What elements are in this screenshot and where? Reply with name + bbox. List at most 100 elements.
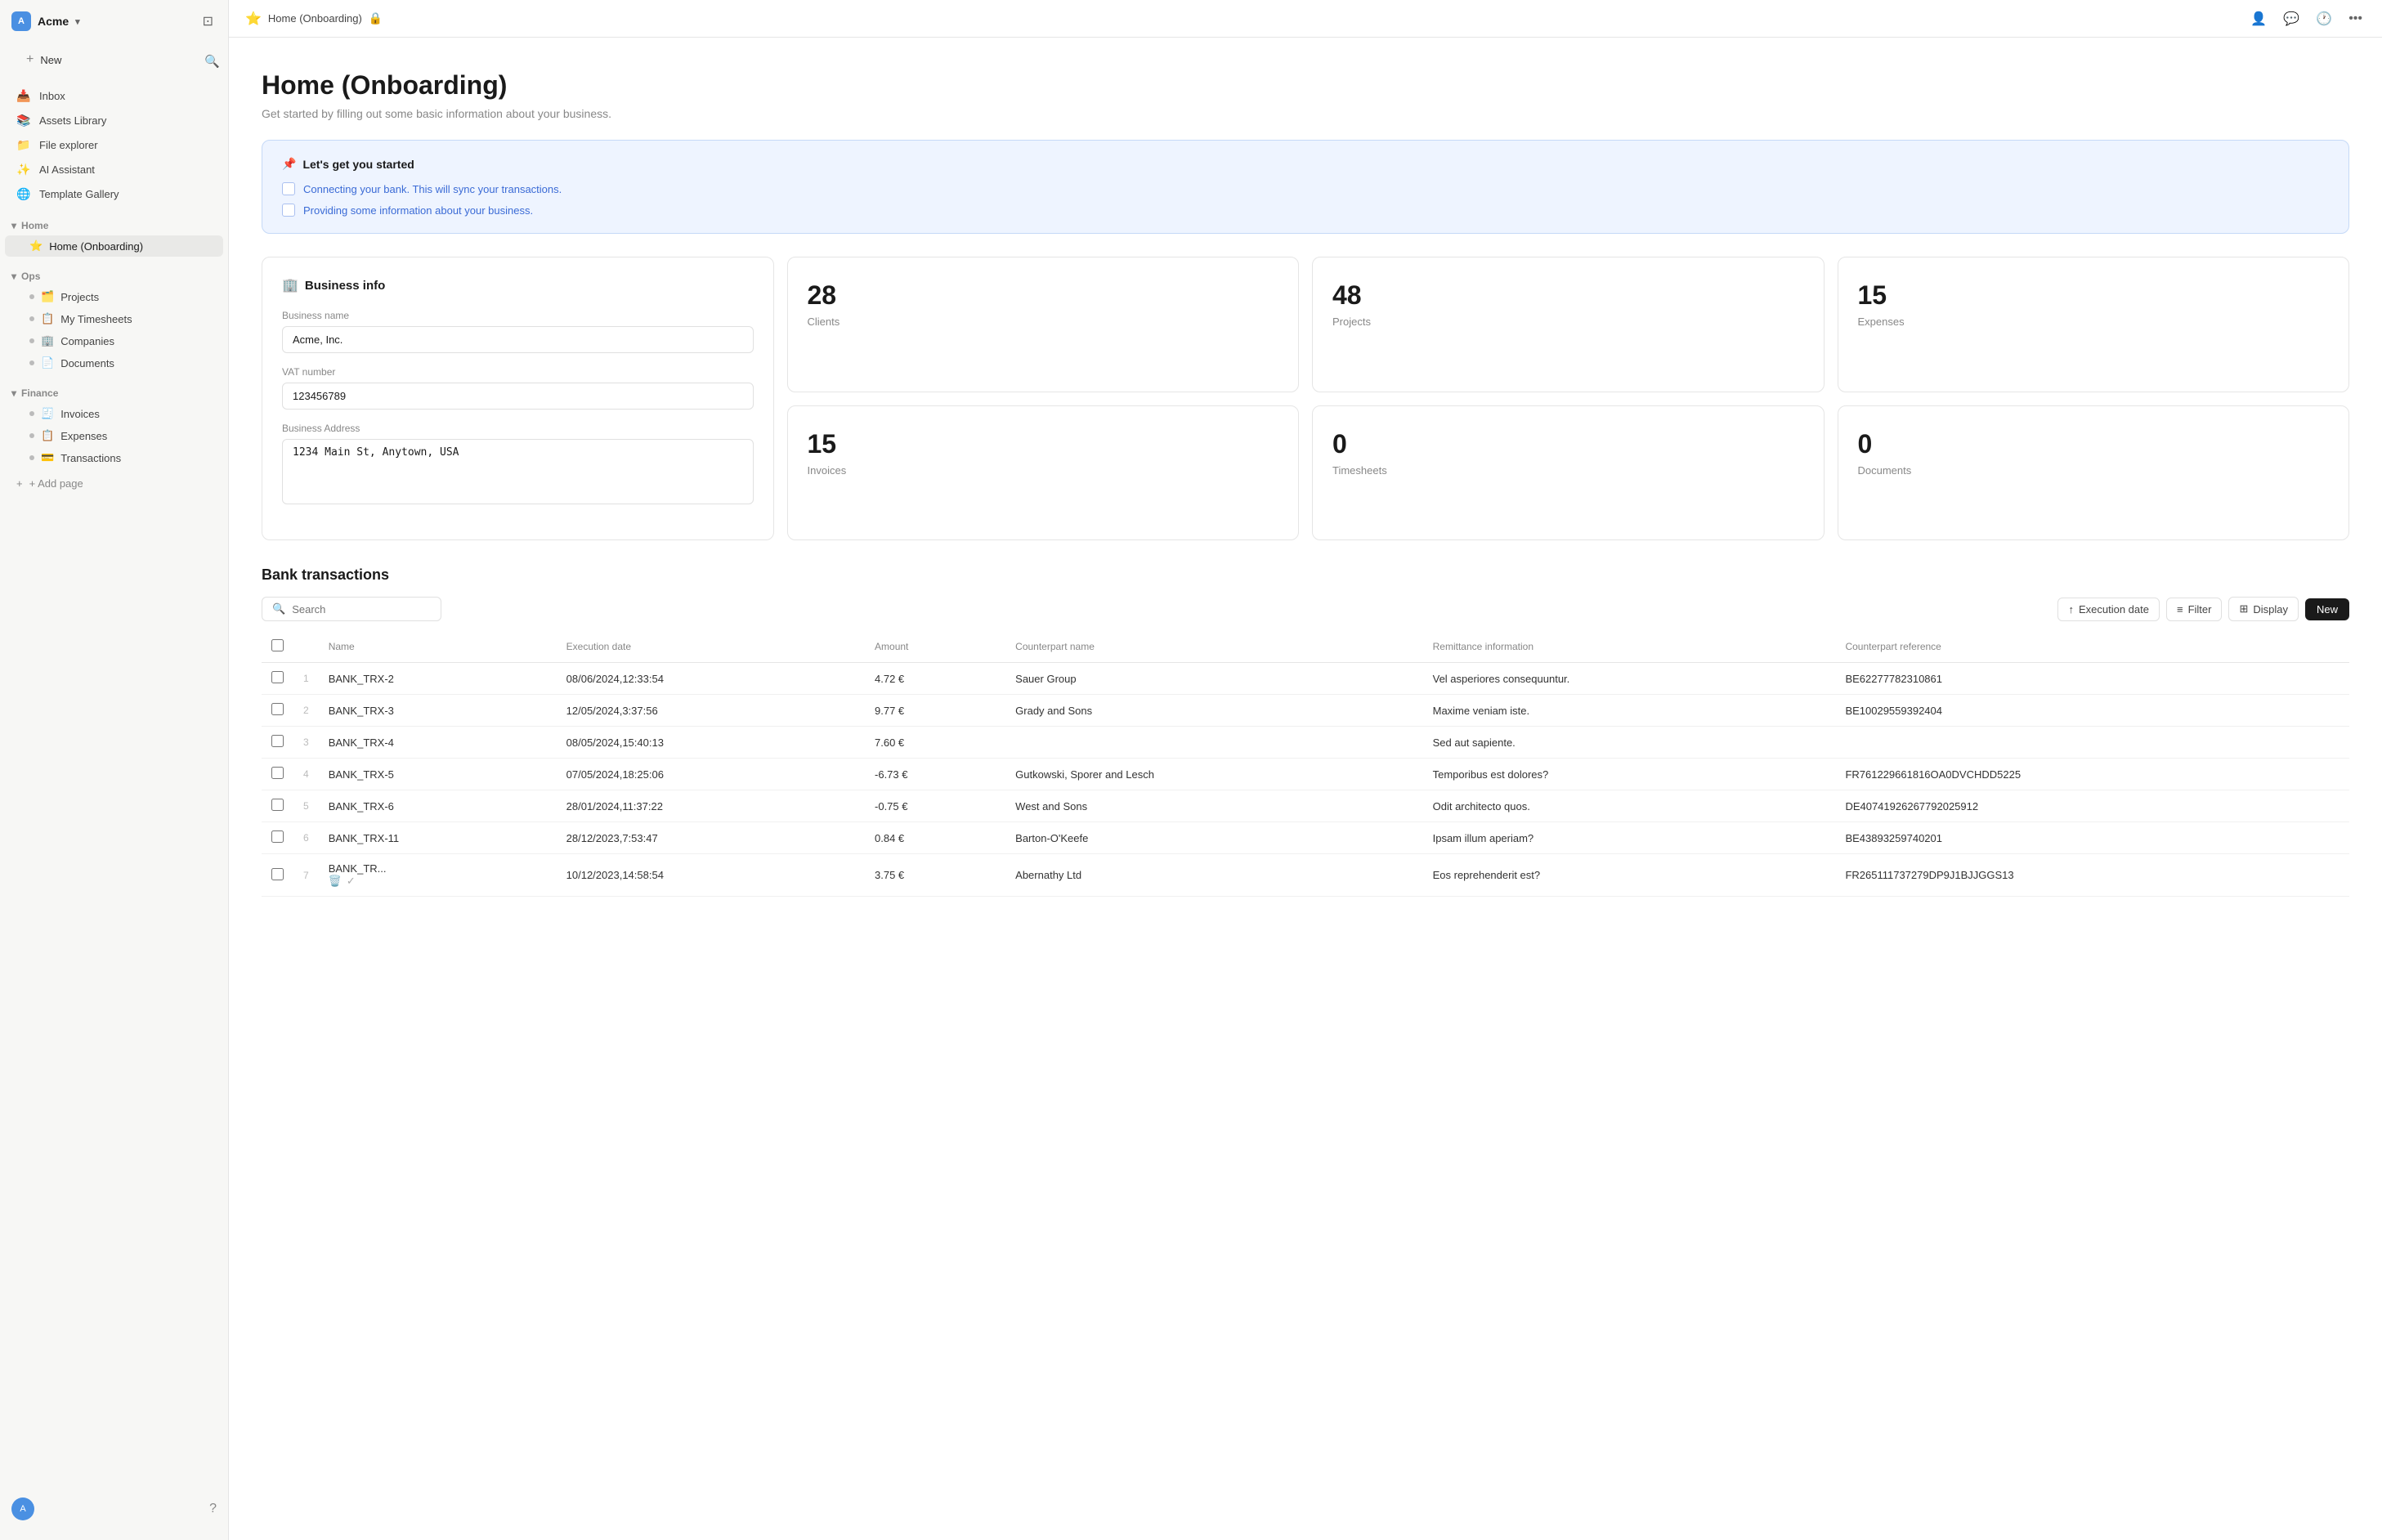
row-remittance: Odit architecto quos. [1423,790,1836,822]
sidebar: A Acme ▾ ⊡ + New 🔍 📥 Inbox 📚 Assets Libr… [0,0,229,1540]
search-icon: 🔍 [272,602,285,616]
main-content: ⭐ Home (Onboarding) 🔒 👤 💬 🕐 ••• Home (On… [229,0,2382,1540]
search-button[interactable]: 🔍 [204,54,220,69]
row-date: 08/05/2024,15:40:13 [557,727,865,759]
lock-icon: 🔒 [369,11,383,25]
row-num: 1 [293,663,319,695]
delete-icon[interactable]: 🗑️ [329,875,342,888]
sidebar-item-my-timesheets[interactable]: 📋 My Timesheets [5,308,223,329]
user-circle-icon-button[interactable]: 👤 [2247,7,2270,30]
row-remittance: Maxime veniam iste. [1423,695,1836,727]
transactions-icon: 💳 [41,451,54,464]
business-info-title: Business info [305,279,385,293]
execution-date-button[interactable]: ↑ Execution date [2057,598,2160,621]
stat-number-clients: 28 [808,280,837,311]
getting-started-card: 📌 Let's get you started Connecting your … [262,140,2349,234]
sidebar-item-file-explorer[interactable]: 📁 File explorer [5,133,223,157]
row-reference: FR265111737279DP9J1BJJGGS13 [1835,854,2349,897]
row-checkbox[interactable] [271,735,284,747]
sidebar-item-ai-assistant[interactable]: ✨ AI Assistant [5,158,223,181]
row-name: BANK_TRX-11 [319,822,557,854]
table-header-row: Name Execution date Amount Counterpart n… [262,631,2349,663]
new-transaction-button[interactable]: New [2305,598,2349,620]
row-checkbox[interactable] [271,799,284,811]
search-input[interactable] [292,603,431,616]
sidebar-bottom: A ? [0,1491,228,1527]
new-button[interactable]: + New [16,47,193,72]
row-checkbox-cell [262,790,293,822]
add-page-button[interactable]: + + Add page [5,472,223,495]
dot-icon [29,433,34,438]
page-subtitle: Get started by filling out some basic in… [262,107,2349,120]
sidebar-item-inbox[interactable]: 📥 Inbox [5,84,223,108]
sidebar-item-invoices[interactable]: 🧾 Invoices [5,403,223,424]
dot-icon [29,455,34,460]
sidebar-section-home-header[interactable]: ▾ Home [0,217,228,235]
sidebar-item-home-onboarding[interactable]: ⭐ Home (Onboarding) [5,235,223,257]
checkbox-business[interactable] [282,204,295,217]
sidebar-item-assets-library[interactable]: 📚 Assets Library [5,109,223,132]
row-amount: 4.72 € [865,663,1005,695]
sidebar-toggle-button[interactable]: ⊡ [199,10,217,33]
sidebar-item-companies[interactable]: 🏢 Companies [5,330,223,351]
filter-icon: ≡ [2177,603,2183,616]
stat-card-documents: 0 Documents [1838,405,2350,541]
companies-icon: 🏢 [41,334,54,347]
row-counterpart [1005,727,1422,759]
getting-started-title: Let's get you started [302,158,414,171]
display-button[interactable]: ⊞ Display [2228,597,2299,621]
row-reference: DE40741926267792025912 [1835,790,2349,822]
row-amount: 0.84 € [865,822,1005,854]
dot-icon [29,411,34,416]
row-checkbox[interactable] [271,830,284,843]
getting-started-item-business[interactable]: Providing some information about your bu… [282,204,2329,217]
history-icon-button[interactable]: 🕐 [2313,7,2335,30]
sidebar-section-ops-header[interactable]: ▾ Ops [0,267,228,285]
edit-icon[interactable]: ✓ [347,875,356,888]
sidebar-section-finance-header[interactable]: ▾ Finance [0,384,228,402]
chat-icon-button[interactable]: 💬 [2280,7,2303,30]
row-amount: -6.73 € [865,759,1005,790]
row-remittance: Ipsam illum aperiam? [1423,822,1836,854]
row-checkbox[interactable] [271,767,284,779]
sidebar-section-home-label: Home [21,220,48,231]
business-address-textarea[interactable]: 1234 Main St, Anytown, USA [282,439,754,504]
row-date: 07/05/2024,18:25:06 [557,759,865,790]
business-info-header: 🏢 Business info [282,277,754,293]
sidebar-item-projects[interactable]: 🗂️ Projects [5,286,223,307]
sidebar-item-template-gallery[interactable]: 🌐 Template Gallery [5,182,223,206]
getting-started-header: 📌 Let's get you started [282,157,2329,171]
business-info-card: 🏢 Business info Business name VAT number… [262,257,774,540]
stat-number-documents: 0 [1858,429,1873,459]
business-name-input[interactable] [282,326,754,353]
user-avatar[interactable]: A [11,1497,34,1520]
help-button[interactable]: ? [209,1502,217,1516]
row-checkbox[interactable] [271,703,284,715]
row-date: 28/01/2024,11:37:22 [557,790,865,822]
row-checkbox[interactable] [271,671,284,683]
row-checkbox[interactable] [271,868,284,880]
stat-card-invoices: 15 Invoices [787,405,1300,541]
sidebar-section-home: ▾ Home ⭐ Home (Onboarding) [0,217,228,257]
topbar-title: Home (Onboarding) [268,12,362,25]
more-options-button[interactable]: ••• [2345,8,2366,29]
sidebar-section-finance-label: Finance [21,387,58,399]
filter-label: Filter [2188,603,2212,616]
sidebar-item-documents[interactable]: 📄 Documents [5,352,223,374]
sidebar-item-expenses-label: Expenses [60,430,107,442]
select-all-checkbox[interactable] [271,639,284,651]
ai-assistant-icon: ✨ [16,163,31,177]
sidebar-item-expenses[interactable]: 📋 Expenses [5,425,223,446]
filter-button[interactable]: ≡ Filter [2166,598,2222,621]
th-amount: Amount [865,631,1005,663]
table-row: 6 BANK_TRX-11 28/12/2023,7:53:47 0.84 € … [262,822,2349,854]
vat-number-input[interactable] [282,383,754,410]
getting-started-item-bank[interactable]: Connecting your bank. This will sync you… [282,182,2329,195]
file-explorer-icon: 📁 [16,138,31,152]
row-name: BANK_TRX-6 [319,790,557,822]
row-num: 7 [293,854,319,897]
workspace-name[interactable]: A Acme ▾ [11,11,80,31]
row-reference [1835,727,2349,759]
sidebar-item-transactions[interactable]: 💳 Transactions [5,447,223,468]
checkbox-bank[interactable] [282,182,295,195]
